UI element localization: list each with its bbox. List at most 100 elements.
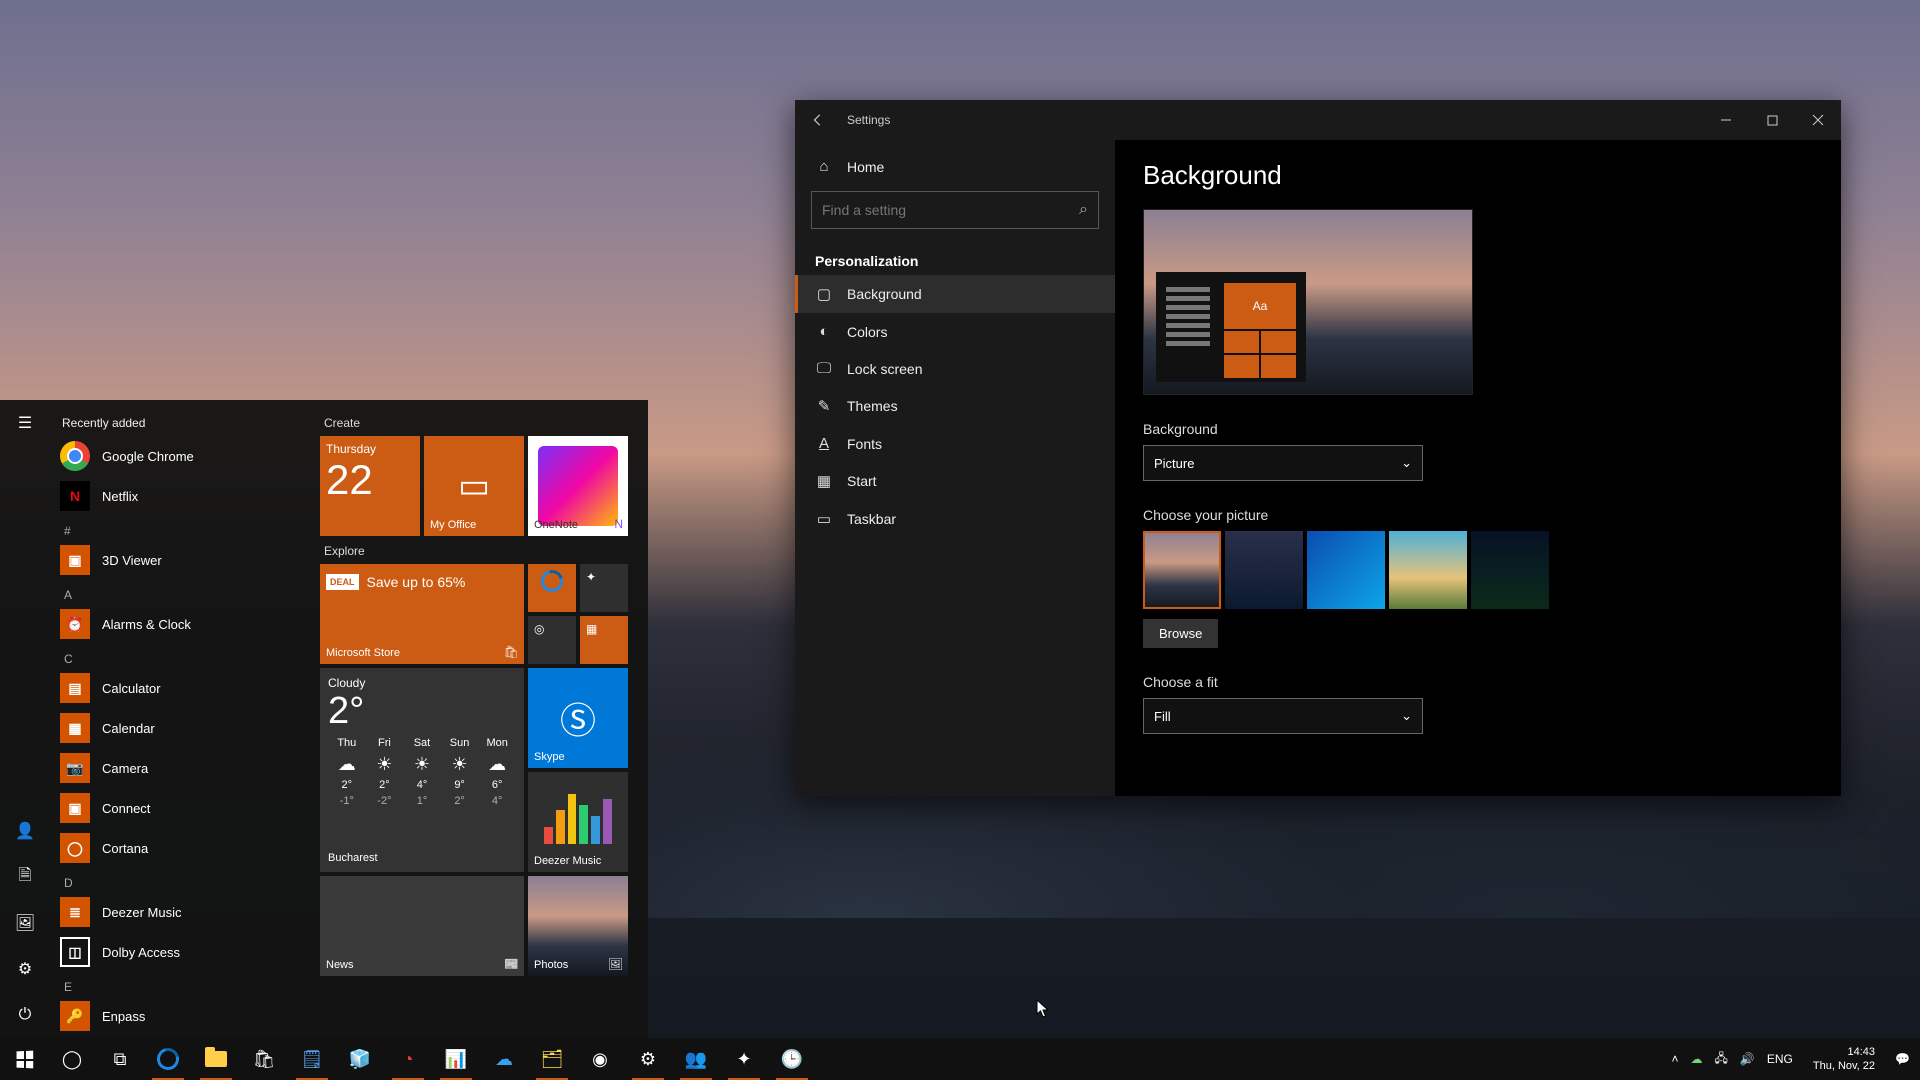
letter-hash[interactable]: # xyxy=(50,516,320,540)
taskbar-people[interactable]: 👥 xyxy=(672,1038,720,1080)
tile-photos[interactable]: Photos 🖼 xyxy=(528,876,628,976)
tile-store[interactable]: DEAL Save up to 65% Microsoft Store 🛍 xyxy=(320,564,524,664)
taskbar-icon: ▭ xyxy=(815,510,833,528)
tile-edge[interactable] xyxy=(528,564,576,612)
start-button[interactable] xyxy=(0,1038,48,1080)
taskbar-deezer[interactable]: 📊 xyxy=(432,1038,480,1080)
letter-e[interactable]: E xyxy=(50,972,320,996)
app-deezer[interactable]: ≣Deezer Music xyxy=(50,892,320,932)
documents-button[interactable]: 🗎 xyxy=(0,854,50,900)
taskbar-sticky[interactable]: 🗂 xyxy=(528,1038,576,1080)
app-calendar[interactable]: ▦Calendar xyxy=(50,708,320,748)
thumb-5[interactable] xyxy=(1471,531,1549,609)
start-menu: ☰ 👤 🗎 🖼 ⚙ ⏻ Recently added Google Chrome… xyxy=(0,400,648,1038)
taskbar-app2[interactable]: ☁ xyxy=(480,1038,528,1080)
tile-office[interactable]: ▭ My Office xyxy=(424,436,524,536)
thumb-1[interactable] xyxy=(1143,531,1221,609)
nav-taskbar[interactable]: ▭Taskbar xyxy=(795,500,1115,538)
search-button[interactable]: ◯ xyxy=(48,1038,96,1080)
app-netflix[interactable]: NNetflix xyxy=(50,476,320,516)
nav-lockscreen[interactable]: 🖵Lock screen xyxy=(795,350,1115,387)
app-connect[interactable]: ▣Connect xyxy=(50,788,320,828)
tile-news[interactable]: News 📰 xyxy=(320,876,524,976)
tile-app4[interactable]: ▦ xyxy=(580,616,628,664)
taskview-button[interactable]: ⧉ xyxy=(96,1038,144,1080)
maximize-button[interactable] xyxy=(1749,100,1795,140)
app-calculator[interactable]: ▤Calculator xyxy=(50,668,320,708)
user-button[interactable]: 👤 xyxy=(0,808,50,854)
group-explore[interactable]: Explore xyxy=(320,536,636,564)
nav-themes[interactable]: ✎Themes xyxy=(795,387,1115,425)
taskbar-app5[interactable]: 🕒 xyxy=(768,1038,816,1080)
tile-skype[interactable]: Ⓢ Skype xyxy=(528,668,628,768)
letter-c[interactable]: C xyxy=(50,644,320,668)
letter-a[interactable]: A xyxy=(50,580,320,604)
tile-weather[interactable]: Cloudy 2° ThuFriSatSunMon ☁☀☀☀☁ 2°2°4°9°… xyxy=(320,668,524,872)
notifications-icon[interactable]: 💬 xyxy=(1895,1052,1910,1066)
people-icon: 👥 xyxy=(685,1049,707,1070)
nav-section-label: Personalization xyxy=(795,239,1115,275)
group-create[interactable]: Create xyxy=(320,408,636,436)
windows-icon xyxy=(16,1050,33,1068)
tile-app2[interactable]: ✦ xyxy=(580,564,628,612)
taskbar-vivaldi[interactable]: ◔ xyxy=(384,1038,432,1080)
page-title: Background xyxy=(1143,160,1813,191)
letter-d[interactable]: D xyxy=(50,868,320,892)
thumb-2[interactable] xyxy=(1225,531,1303,609)
app-dolby[interactable]: ◫Dolby Access xyxy=(50,932,320,972)
taskbar-store[interactable]: 🛍 xyxy=(240,1038,288,1080)
home-icon: ⌂ xyxy=(815,158,833,175)
minimize-button[interactable] xyxy=(1703,100,1749,140)
tile-deezer[interactable]: Deezer Music xyxy=(528,772,628,872)
close-button[interactable] xyxy=(1795,100,1841,140)
taskview-icon: ⧉ xyxy=(114,1049,127,1070)
settings-button[interactable]: ⚙ xyxy=(0,946,50,992)
app-chrome[interactable]: Google Chrome xyxy=(50,436,320,476)
nav-background[interactable]: ▢Background xyxy=(795,275,1115,313)
camera-icon: 📷 xyxy=(60,753,90,783)
start-rail: ☰ 👤 🗎 🖼 ⚙ ⏻ xyxy=(0,400,50,1038)
taskbar-notepad[interactable]: 🗒 xyxy=(288,1038,336,1080)
taskbar-app3[interactable]: ◉ xyxy=(576,1038,624,1080)
app-alarms[interactable]: ⏰Alarms & Clock xyxy=(50,604,320,644)
nav-fonts[interactable]: AFonts xyxy=(795,425,1115,462)
taskbar-edge[interactable] xyxy=(144,1038,192,1080)
app-3dviewer[interactable]: ▣3D Viewer xyxy=(50,540,320,580)
all-apps-list[interactable]: Recently added Google Chrome NNetflix # … xyxy=(50,400,320,1038)
nav-colors[interactable]: ◐Colors xyxy=(795,313,1115,350)
network-icon[interactable]: 🖧 xyxy=(1715,1049,1728,1070)
thumb-4[interactable] xyxy=(1389,531,1467,609)
browse-button[interactable]: Browse xyxy=(1143,619,1218,648)
taskbar-app1[interactable]: 🧊 xyxy=(336,1038,384,1080)
app-enpass[interactable]: 🔑Enpass xyxy=(50,996,320,1036)
search-input[interactable] xyxy=(822,202,1079,218)
app-camera[interactable]: 📷Camera xyxy=(50,748,320,788)
settings-search[interactable]: ⌕ xyxy=(811,191,1099,229)
nav-start[interactable]: ▦Start xyxy=(795,462,1115,500)
power-button[interactable]: ⏻ xyxy=(0,992,50,1038)
tile-calendar[interactable]: Thursday 22 xyxy=(320,436,420,536)
nav-home[interactable]: ⌂ Home xyxy=(795,148,1115,185)
back-button[interactable] xyxy=(795,100,841,140)
tile-app3[interactable]: ◎ xyxy=(528,616,576,664)
app-cortana[interactable]: ◯Cortana xyxy=(50,828,320,868)
onedrive-icon[interactable]: ☁ xyxy=(1691,1052,1703,1066)
cloud-icon: ☁ xyxy=(495,1049,513,1070)
thumb-3[interactable] xyxy=(1307,531,1385,609)
taskbar-app4[interactable]: ✦ xyxy=(720,1038,768,1080)
choose-picture-label: Choose your picture xyxy=(1143,507,1813,523)
clock[interactable]: 14:43 Thu, Nov, 22 xyxy=(1805,1045,1883,1073)
cursor-icon xyxy=(1036,999,1050,1019)
expand-button[interactable]: ☰ xyxy=(0,400,50,446)
language-indicator[interactable]: ENG xyxy=(1767,1052,1793,1066)
taskbar-explorer[interactable] xyxy=(192,1038,240,1080)
netflix-icon: N xyxy=(60,481,90,511)
system-tray[interactable]: ˄ ☁ 🖧 🔊 ENG 14:43 Thu, Nov, 22 💬 xyxy=(1662,1045,1920,1073)
taskbar-settings[interactable]: ⚙ xyxy=(624,1038,672,1080)
background-dropdown[interactable]: Picture ⌄ xyxy=(1143,445,1423,481)
tray-overflow[interactable]: ˄ xyxy=(1672,1052,1679,1066)
pictures-button[interactable]: 🖼 xyxy=(0,900,50,946)
volume-icon[interactable]: 🔊 xyxy=(1740,1052,1755,1066)
fit-dropdown[interactable]: Fill ⌄ xyxy=(1143,698,1423,734)
tile-onenote[interactable]: OneNote N xyxy=(528,436,628,536)
